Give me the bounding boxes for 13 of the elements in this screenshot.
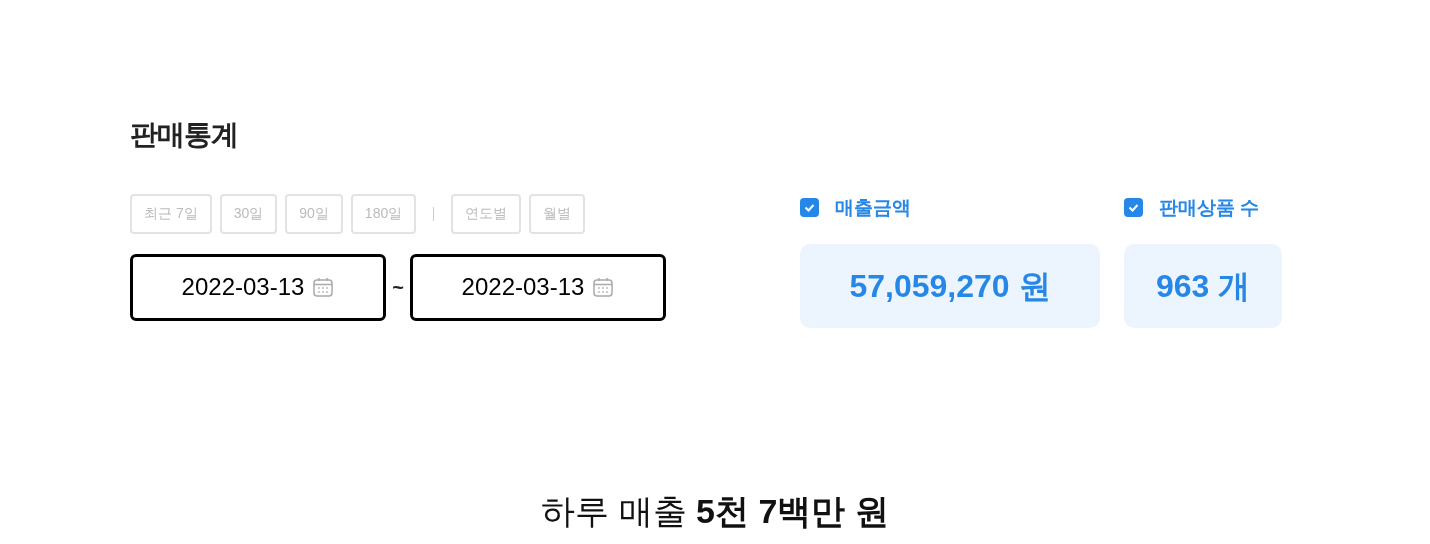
calendar-icon [592, 276, 615, 299]
page-title: 판매통계 [130, 118, 239, 152]
metric-label: 매출금액 [835, 195, 911, 220]
metric-label: 판매상품 수 [1159, 195, 1260, 220]
daily-sales-summary: 하루 매출 5천 7백만 원 [541, 492, 889, 531]
range-separator: ~ [391, 275, 405, 301]
metric-value: 963 개 [1124, 244, 1283, 329]
checkbox[interactable] [800, 198, 819, 218]
checkbox[interactable] [1124, 198, 1143, 218]
metric-value: 57,059,270 원 [800, 244, 1100, 329]
calendar-icon [312, 276, 335, 299]
date-field[interactable]: 2022-03-13 [130, 253, 386, 321]
date-field[interactable]: 2022-03-13 [410, 253, 666, 321]
